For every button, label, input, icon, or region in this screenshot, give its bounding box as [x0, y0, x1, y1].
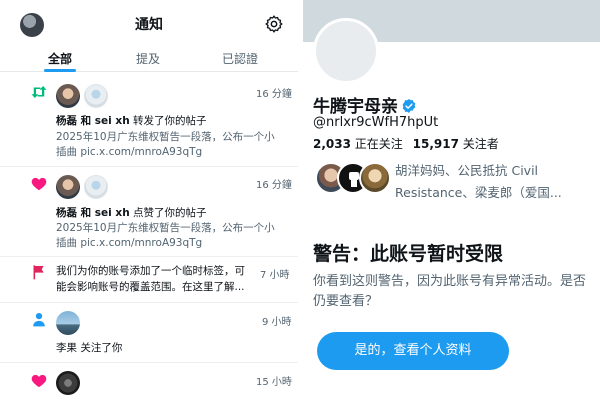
view-profile-button[interactable]: 是的，查看个人资料 — [317, 332, 509, 370]
divider — [0, 256, 298, 257]
profile-panel: 牛腾宇母亲 @nrlxr9cWfH7hpUt 2,033 正在关注 15,917… — [303, 0, 600, 400]
heart-icon — [31, 177, 47, 191]
tab-mentions[interactable]: 提及 — [108, 50, 188, 67]
user-avatar[interactable] — [56, 311, 80, 335]
restriction-warning-title: 警告：此账号暂时受限 — [313, 243, 504, 265]
notification-time: 16 分鐘 — [256, 89, 292, 100]
profile-display-name: 牛腾宇母亲 — [313, 92, 417, 117]
divider — [0, 166, 298, 167]
follower-avatar — [359, 162, 391, 194]
settings-gear-icon[interactable] — [264, 14, 284, 34]
person-icon — [33, 312, 45, 327]
retweet-icon — [31, 86, 47, 98]
tab-verified[interactable]: 已認證 — [200, 50, 280, 67]
profile-handle: @nrlxr9cWfH7hpUt — [313, 115, 439, 130]
active-tab-indicator — [44, 69, 76, 72]
heart-icon — [31, 374, 47, 388]
notifications-panel: 通知 全部 提及 已認證 16 分鐘 杨磊 和 sei xh 转发了你的帖子 2… — [0, 0, 298, 400]
notification-time: 15 小時 — [256, 377, 292, 388]
post-preview: 2025年10月广东维权暂告一段落，公布一个小 — [56, 131, 275, 143]
verified-badge-icon — [402, 99, 416, 113]
notification-tabs: 全部 提及 已認證 — [0, 44, 298, 72]
notification-text: 我们为你的账号添加了一个临时标签，可 — [56, 265, 245, 277]
post-preview: 2025年10月广东维权暂告一段落，公布一个小 — [56, 222, 275, 234]
notification-text: 李果 关注了你 — [56, 342, 123, 354]
profile-stats: 2,033 正在关注 15,917 关注者 — [313, 135, 499, 152]
user-avatar[interactable] — [56, 84, 80, 108]
post-preview[interactable]: 插曲 pic.x.com/mnroA93qTg — [56, 145, 202, 160]
followed-by-avatars[interactable] — [315, 162, 391, 198]
tab-all[interactable]: 全部 — [20, 50, 100, 67]
restriction-warning-body: 你看到这则警告，因为此账号有异常活动。是否仍要查看？ — [313, 274, 587, 309]
notifications-header: 通知 — [0, 0, 298, 44]
notification-text: 能会影响账号的覆盖范围。在这里了解... — [56, 281, 245, 293]
page-title: 通知 — [135, 17, 163, 33]
divider — [0, 362, 298, 363]
notification-actors: 杨磊 和 sei xh 点赞了你的帖子 — [56, 207, 207, 219]
user-avatar[interactable] — [84, 84, 108, 108]
flag-icon — [33, 265, 44, 280]
user-avatar[interactable] — [56, 175, 80, 199]
followed-by-text[interactable]: 胡洋妈妈、公民抵抗 Civil Resistance、梁麦郎（爱国... — [395, 160, 595, 204]
notification-time: 7 小時 — [260, 270, 290, 281]
post-preview[interactable]: 插曲 pic.x.com/mnroA93qTg — [56, 236, 202, 251]
notification-time: 16 分鐘 — [256, 180, 292, 191]
user-avatar[interactable] — [56, 371, 80, 395]
following-stat[interactable]: 2,033 正在关注 — [313, 137, 403, 151]
notification-time: 9 小時 — [262, 317, 292, 328]
profile-avatar[interactable] — [313, 18, 379, 84]
notification-actors: 杨磊 和 sei xh 转发了你的帖子 — [56, 115, 207, 127]
followers-stat[interactable]: 15,917 关注者 — [413, 137, 499, 151]
user-avatar[interactable] — [84, 175, 108, 199]
divider — [0, 302, 298, 303]
